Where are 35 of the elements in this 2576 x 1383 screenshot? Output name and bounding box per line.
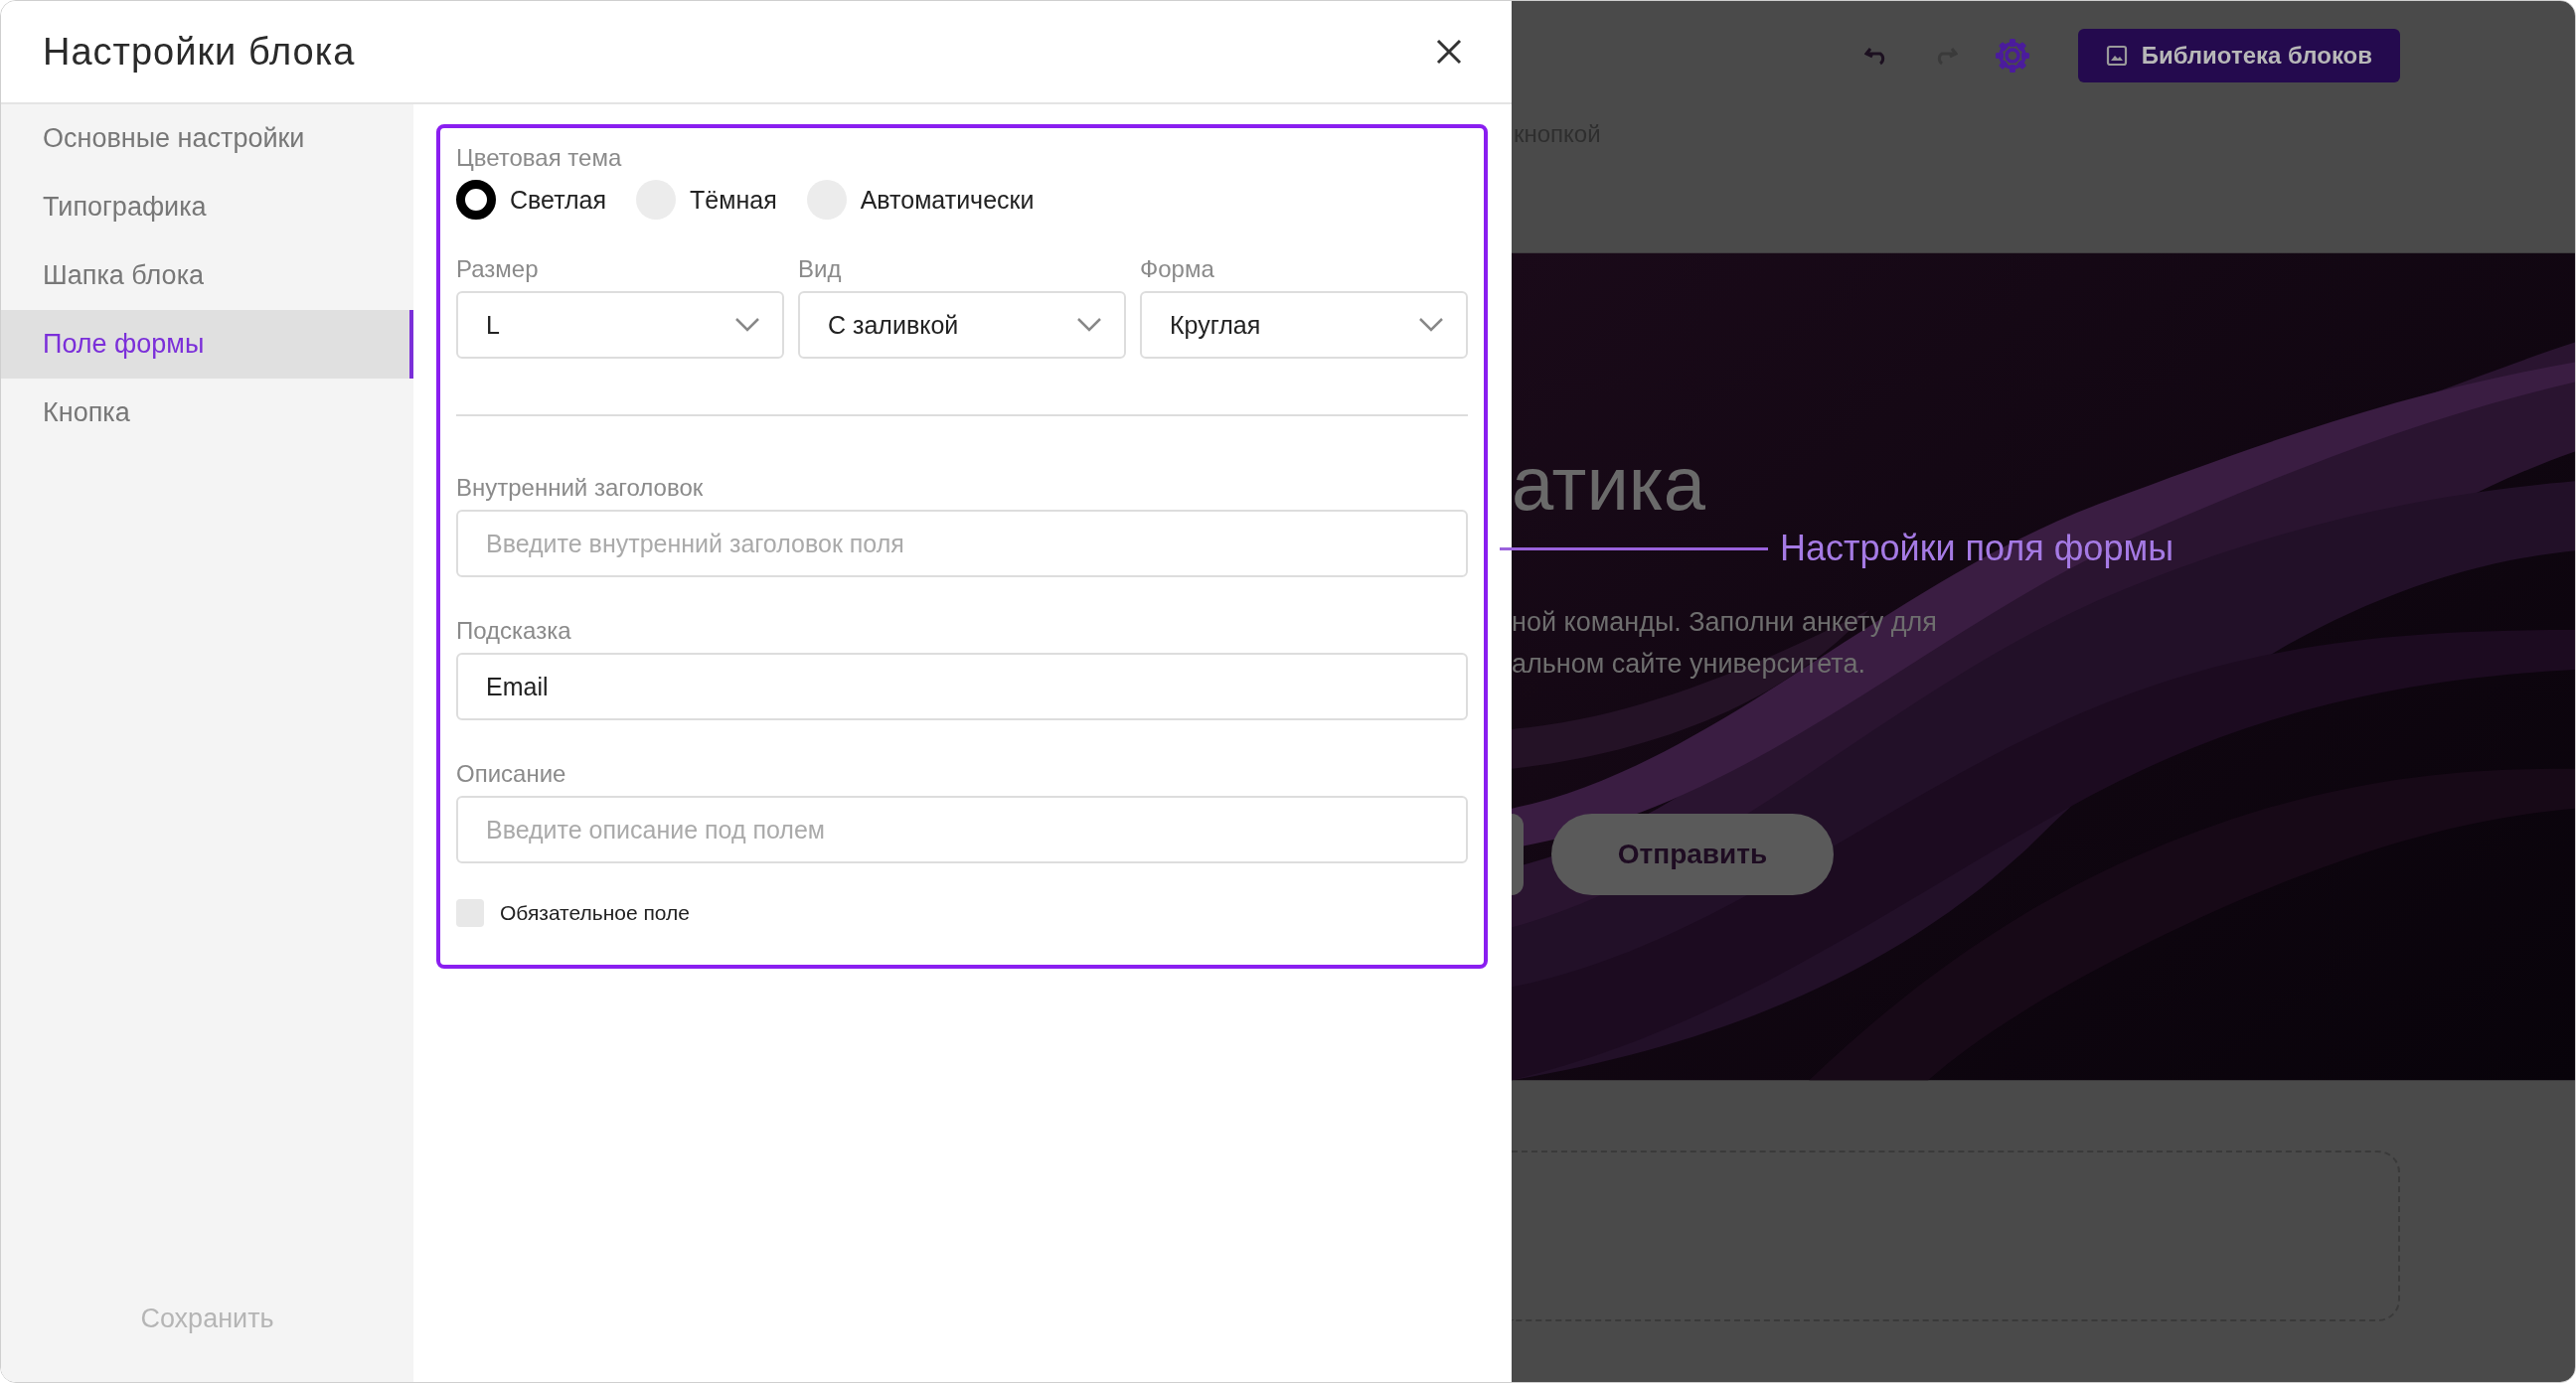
field-label: Описание <box>456 760 567 788</box>
hero-heading: атика <box>1512 446 1707 522</box>
close-icon <box>1434 37 1464 67</box>
dialog-title: Настройки блока <box>43 30 356 74</box>
annotation-label: Настройки поля формы <box>1780 528 2174 569</box>
radio-label: Автоматически <box>860 185 1035 215</box>
field-label: Размер <box>456 255 540 283</box>
input-field[interactable]: Введите описание под полем <box>456 796 1468 863</box>
sidebar-item[interactable]: Шапка блока <box>1 241 413 310</box>
hero-text: альном сайте университета. <box>1512 648 1866 681</box>
sidebar-item[interactable]: Основные настройки <box>1 104 413 173</box>
dropdown[interactable]: L <box>456 291 784 359</box>
dropdown[interactable]: С заливкой <box>798 291 1126 359</box>
image-icon <box>2105 45 2128 67</box>
checkbox-label: Обязательное поле <box>500 901 690 925</box>
submit-button[interactable]: Отправить <box>1551 814 1834 895</box>
sidebar-item[interactable]: Типографика <box>1 173 413 241</box>
input-field[interactable]: Введите внутренний заголовок поля <box>456 510 1468 577</box>
field-label: Цветовая тема <box>456 144 623 172</box>
chevron-icon <box>734 317 760 333</box>
radio-button[interactable] <box>456 180 496 220</box>
dropdown[interactable]: Круглая <box>1140 291 1468 359</box>
input-field[interactable]: Email <box>456 653 1468 720</box>
field-label: Вид <box>798 255 843 283</box>
radio-label: Светлая <box>510 185 607 215</box>
chevron-icon <box>1076 317 1102 333</box>
sidebar-item[interactable]: Кнопка <box>1 379 413 447</box>
radio-label: Тёмная <box>690 185 777 215</box>
chevron-icon <box>1418 317 1444 333</box>
sidebar-item[interactable]: Поле формы <box>1 310 413 379</box>
field-label: Подсказка <box>456 617 572 645</box>
library-button[interactable]: Библиотека блоков <box>2077 29 2400 82</box>
hero-text: ной команды. Заполни анкету для <box>1512 606 1938 639</box>
field-label: Внутренний заголовок <box>456 474 705 502</box>
field-label: Форма <box>1140 255 1215 283</box>
